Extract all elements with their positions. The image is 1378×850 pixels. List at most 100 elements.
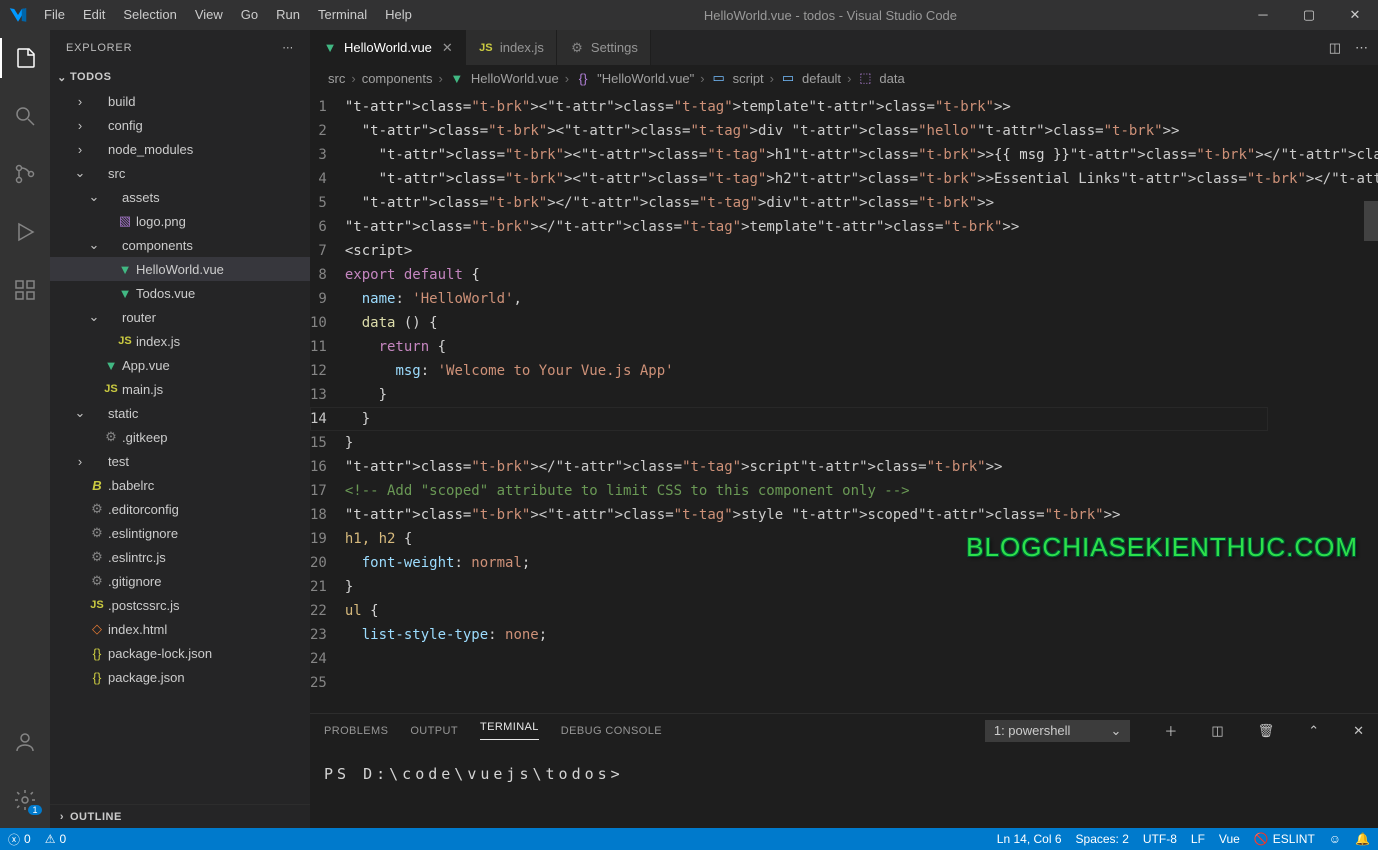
breadcrumb-item[interactable]: data — [879, 71, 904, 86]
breadcrumb-item[interactable]: "HelloWorld.vue" — [597, 71, 694, 86]
tree-item[interactable]: {}package.json — [50, 665, 310, 689]
code-content[interactable]: "t-attr">class="t-brk"><"t-attr">class="… — [345, 91, 1378, 713]
tree-item[interactable]: ⚙.eslintignore — [50, 521, 310, 545]
chevron-up-icon[interactable]: ⌃ — [1308, 723, 1319, 739]
status-language[interactable]: Vue — [1219, 832, 1240, 846]
editor-tab[interactable]: JSindex.js — [466, 30, 557, 65]
file-icon: ◇ — [88, 621, 106, 637]
tree-item[interactable]: ⚙.gitignore — [50, 569, 310, 593]
close-panel-icon[interactable]: ✕ — [1353, 723, 1364, 739]
activity-accounts-icon[interactable] — [0, 722, 50, 762]
tree-item[interactable]: ▼App.vue — [50, 353, 310, 377]
window-maximize-button[interactable]: ▢ — [1286, 0, 1332, 30]
status-line-col[interactable]: Ln 14, Col 6 — [997, 832, 1062, 846]
activity-debug-icon[interactable] — [0, 212, 50, 252]
tab-label: Settings — [591, 40, 638, 55]
file-icon: {} — [88, 670, 106, 685]
tree-root[interactable]: ⌄TODOS — [50, 65, 310, 89]
tree-item[interactable]: {}package-lock.json — [50, 641, 310, 665]
sidebar-more-icon[interactable]: ⋯ — [282, 41, 294, 54]
breadcrumb-item[interactable]: default — [802, 71, 841, 86]
tree-item[interactable]: ⌄router — [50, 305, 310, 329]
tree-item[interactable]: JSindex.js — [50, 329, 310, 353]
status-feedback-icon[interactable]: ☺ — [1329, 832, 1341, 846]
activity-extensions-icon[interactable] — [0, 270, 50, 310]
status-eol[interactable]: LF — [1191, 832, 1205, 846]
panel-tab-problems[interactable]: PROBLEMS — [324, 725, 388, 737]
more-actions-icon[interactable]: ⋯ — [1355, 40, 1368, 56]
tree-item[interactable]: ›node_modules — [50, 137, 310, 161]
tree-item[interactable]: ⌄src — [50, 161, 310, 185]
activity-scm-icon[interactable] — [0, 154, 50, 194]
menu-file[interactable]: File — [35, 0, 74, 30]
tree-item[interactable]: ▼Todos.vue — [50, 281, 310, 305]
file-icon: JS — [88, 599, 106, 611]
tree-item[interactable]: ⌄ assets — [50, 185, 310, 209]
tab-icon: ▼ — [322, 40, 338, 55]
status-warnings[interactable]: ⚠ 0 — [45, 832, 66, 846]
menu-run[interactable]: Run — [267, 0, 309, 30]
file-icon: ⚙ — [88, 549, 106, 565]
sidebar-title: EXPLORER — [66, 42, 132, 54]
menu-view[interactable]: View — [186, 0, 232, 30]
editor-tab[interactable]: ⚙Settings — [557, 30, 651, 65]
status-encoding[interactable]: UTF-8 — [1143, 832, 1177, 846]
settings-badge: 1 — [28, 805, 41, 815]
breadcrumb-item[interactable]: script — [733, 71, 764, 86]
tree-item[interactable]: ▧logo.png — [50, 209, 310, 233]
plus-icon[interactable]: ＋ — [1164, 721, 1177, 740]
status-bar: ⓧ 0 ⚠ 0 Ln 14, Col 6 Spaces: 2 UTF-8 LF … — [0, 828, 1378, 850]
activity-settings-icon[interactable]: 1 — [0, 780, 50, 820]
tree-item[interactable]: ⌄static — [50, 401, 310, 425]
breadcrumb-icon: {} — [575, 71, 591, 86]
file-icon: ⚙ — [88, 501, 106, 517]
status-errors[interactable]: ⓧ 0 — [8, 831, 31, 848]
menu-help[interactable]: Help — [376, 0, 421, 30]
terminal-output[interactable]: PS D:\code\vuejs\todos> — [310, 747, 1378, 828]
window-minimize-button[interactable]: ─ — [1240, 0, 1286, 30]
tree-item[interactable]: JS.postcssrc.js — [50, 593, 310, 617]
terminal-selector[interactable]: 1: powershell⌄ — [985, 720, 1131, 742]
menu-bar: FileEditSelectionViewGoRunTerminalHelp — [35, 0, 421, 30]
breadcrumbs[interactable]: src›components›▼HelloWorld.vue›{}"HelloW… — [310, 65, 1378, 91]
status-bell-icon[interactable]: 🔔 — [1355, 832, 1370, 846]
scrollbar-thumb[interactable] — [1364, 201, 1378, 241]
chevron-icon: ⌄ — [72, 165, 88, 181]
tree-item[interactable]: ◇index.html — [50, 617, 310, 641]
tree-item[interactable]: ⚙.eslintrc.js — [50, 545, 310, 569]
breadcrumb-item[interactable]: HelloWorld.vue — [471, 71, 559, 86]
tab-close-icon[interactable]: ✕ — [442, 40, 453, 56]
panel-tab-terminal[interactable]: TERMINAL — [480, 721, 539, 740]
window-close-button[interactable]: ✕ — [1332, 0, 1378, 30]
tree-item[interactable]: ›build — [50, 89, 310, 113]
tree-item[interactable]: B.babelrc — [50, 473, 310, 497]
activity-search-icon[interactable] — [0, 96, 50, 136]
status-spaces[interactable]: Spaces: 2 — [1076, 832, 1129, 846]
tree-item[interactable]: ›test — [50, 449, 310, 473]
tree-item[interactable]: ⌄components — [50, 233, 310, 257]
status-eslint[interactable]: 🚫 ESLINT — [1254, 832, 1315, 846]
tree-item[interactable]: ⚙.gitkeep — [50, 425, 310, 449]
tree-item-label: package-lock.json — [108, 646, 212, 661]
editor-tab[interactable]: ▼HelloWorld.vue✕ — [310, 30, 466, 65]
tree-item-label: assets — [122, 190, 160, 205]
menu-edit[interactable]: Edit — [74, 0, 114, 30]
tree-item[interactable]: ▼HelloWorld.vue — [50, 257, 310, 281]
tree-item[interactable]: JSmain.js — [50, 377, 310, 401]
menu-go[interactable]: Go — [232, 0, 267, 30]
split-editor-icon[interactable]: ◫ — [1329, 40, 1341, 56]
chevron-icon: ⌄ — [86, 189, 102, 205]
panel-tab-output[interactable]: OUTPUT — [410, 725, 458, 737]
menu-selection[interactable]: Selection — [114, 0, 185, 30]
breadcrumb-item[interactable]: src — [328, 71, 345, 86]
trash-icon[interactable]: 🗑 — [1258, 723, 1275, 739]
outline-section[interactable]: ›OUTLINE — [50, 804, 310, 828]
split-terminal-icon[interactable]: ◫ — [1211, 723, 1223, 739]
menu-terminal[interactable]: Terminal — [309, 0, 376, 30]
tree-item[interactable]: ⚙.editorconfig — [50, 497, 310, 521]
tree-item[interactable]: ›config — [50, 113, 310, 137]
breadcrumb-item[interactable]: components — [362, 71, 433, 86]
panel-tab-debug-console[interactable]: DEBUG CONSOLE — [561, 725, 662, 737]
activity-explorer-icon[interactable] — [0, 38, 50, 78]
code-editor[interactable]: 1234567891011121314151617181920212223242… — [310, 91, 1378, 713]
